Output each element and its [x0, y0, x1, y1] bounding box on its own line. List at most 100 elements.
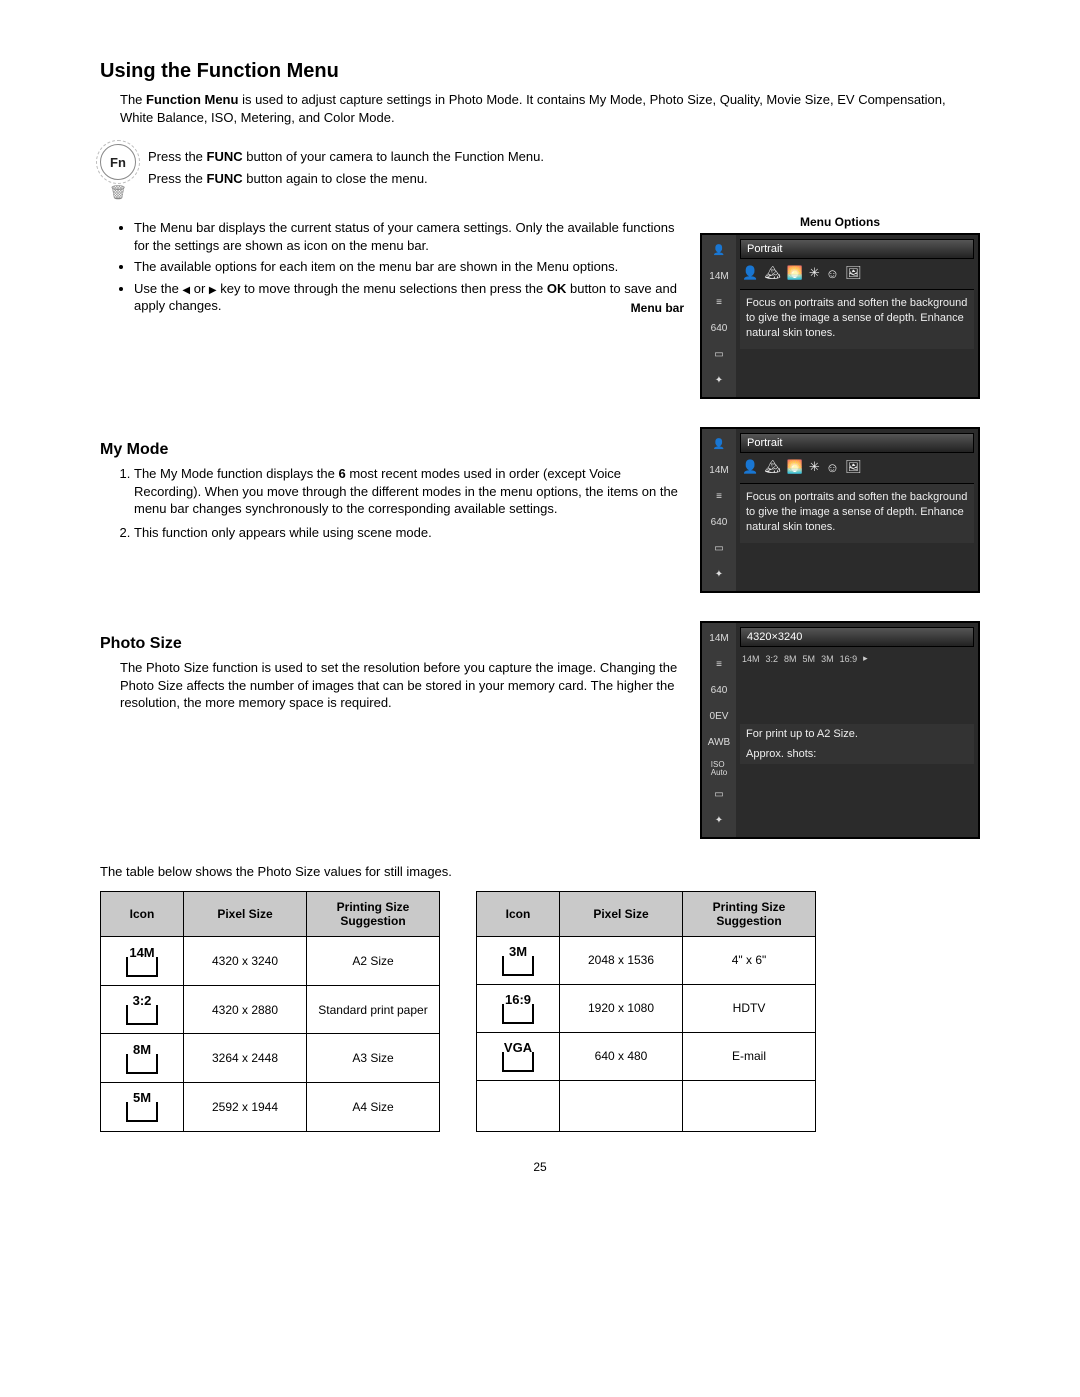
th-pixel: Pixel Size [560, 891, 683, 936]
page-title: Using the Function Menu [100, 60, 980, 83]
lcd-options: 14M 3:2 8M 5M 3M 16:9 ▸ [736, 650, 978, 672]
text-bold: FUNC [207, 171, 243, 186]
icon-label: VGA [504, 1041, 532, 1054]
icon-label: 3:2 [133, 994, 152, 1007]
movie-icon: 640 [708, 513, 730, 533]
text: button of your camera to launch the Func… [243, 149, 544, 164]
opt: 5M [803, 654, 816, 664]
text: The [120, 92, 146, 107]
bracket-icon [502, 960, 534, 976]
text: key to move through the menu selections … [217, 281, 547, 296]
page-number: 25 [100, 1160, 980, 1174]
cell: 4320 x 2880 [184, 985, 307, 1034]
quality-icon: ≡ [708, 293, 730, 313]
table-row: 16:9 1920 x 1080 HDTV [477, 984, 816, 1032]
table-row: 14M 4320 x 3240 A2 Size [101, 937, 440, 986]
table-row: 5M 2592 x 1944 A4 Size [101, 1082, 440, 1131]
list-item: This function only appears while using s… [134, 524, 682, 542]
movie-icon: 640 [708, 319, 730, 339]
lcd-title: Portrait [740, 239, 974, 259]
opt: 3:2 [766, 654, 779, 664]
cell: 640 x 480 [560, 1032, 683, 1080]
color-icon: ✦ [708, 371, 730, 391]
th-print: Printing Size Suggestion [683, 891, 816, 936]
portrait-icon: 👤 [742, 459, 758, 475]
cell: HDTV [683, 984, 816, 1032]
bracket-icon [126, 961, 158, 977]
list-item: The My Mode function displays the 6 most… [134, 465, 682, 518]
metering-icon: ▭ [708, 345, 730, 365]
cell: A3 Size [307, 1034, 440, 1083]
camera-lcd-mock: 👤 14M ≡ 640 ▭ ✦ Portrait 👤 🏔 🌅 ✳ ☺ 🖼 Foc… [700, 427, 980, 593]
lcd-description: For print up to A2 Size. [740, 724, 974, 744]
cell: A2 Size [307, 937, 440, 986]
fn-button-icon: Fn [100, 144, 136, 180]
text: Use the [134, 281, 182, 296]
text-bold: Function Menu [146, 92, 238, 107]
lcd-sidebar: 14M ≡ 640 0EV AWB ISOAuto ▭ ✦ [702, 623, 736, 837]
camera-lcd-mock: 👤 14M ≡ 640 ▭ ✦ Portrait 👤 🏔 🌅 ✳ ☺ 🖼 Foc… [700, 233, 980, 399]
icon-label: 5M [133, 1091, 151, 1104]
bracket-icon [502, 1008, 534, 1024]
text-bold: FUNC [207, 149, 243, 164]
list-item: The available options for each item on t… [134, 258, 682, 276]
menu-bar-label: Menu bar [631, 301, 684, 315]
th-icon: Icon [477, 891, 560, 936]
fireworks-icon: ✳ [809, 459, 820, 475]
cell: 1920 x 1080 [560, 984, 683, 1032]
icon-label: 16:9 [505, 993, 531, 1006]
icon-label: 14M [129, 946, 154, 959]
lcd-options: 👤 🏔 🌅 ✳ ☺ 🖼 [736, 262, 978, 289]
movie-icon: 640 [708, 681, 730, 701]
icon-label: 3M [509, 945, 527, 958]
table-intro: The table below shows the Photo Size val… [100, 863, 980, 881]
smile-icon: ☺ [826, 460, 839, 475]
color-icon: ✦ [708, 565, 730, 585]
cell: 2592 x 1944 [184, 1082, 307, 1131]
th-pixel: Pixel Size [184, 891, 307, 937]
opt: 3M [821, 654, 834, 664]
sunset-icon: 🌅 [787, 265, 803, 281]
cell: 2048 x 1536 [560, 936, 683, 984]
opt: 16:9 [840, 654, 858, 664]
lcd-description: Focus on portraits and soften the backgr… [740, 483, 974, 543]
awb-icon: AWB [708, 733, 730, 753]
cell [477, 1080, 560, 1131]
smile-icon: ☺ [826, 266, 839, 281]
trash-icon: 🗑 [109, 184, 127, 201]
table-row: 3M 2048 x 1536 4" x 6" [477, 936, 816, 984]
person-icon: 👤 [708, 241, 730, 261]
right-arrow-icon: ▶ [209, 285, 217, 296]
icon-label: 8M [133, 1043, 151, 1056]
text: Press the [148, 149, 207, 164]
quality-icon: ≡ [708, 487, 730, 507]
list-item: Use the ◀ or ▶ key to move through the m… [134, 280, 682, 315]
cell [683, 1080, 816, 1131]
opt: 14M [742, 654, 760, 664]
text: is used to adjust capture settings in Ph… [120, 92, 946, 125]
text: button again to close the menu. [243, 171, 428, 186]
photo-size-table-left: Icon Pixel Size Printing Size Suggestion… [100, 891, 440, 1132]
left-arrow-icon: ◀ [182, 285, 190, 296]
text-bold: OK [547, 281, 567, 296]
bracket-icon [126, 1106, 158, 1122]
color-icon: ✦ [708, 811, 730, 831]
cell: 3264 x 2448 [184, 1034, 307, 1083]
size-icon: 14M [708, 629, 730, 649]
landscape-icon: 🏔 [764, 265, 781, 281]
cell [560, 1080, 683, 1131]
menu-options-label: Menu Options [700, 215, 980, 229]
bullet-list: The Menu bar displays the current status… [134, 219, 682, 315]
cell: E-mail [683, 1032, 816, 1080]
quality-icon: ≡ [708, 655, 730, 675]
iso-icon: ISOAuto [708, 759, 730, 779]
size-icon: 14M [708, 267, 730, 287]
lcd-sidebar: 👤 14M ≡ 640 ▭ ✦ [702, 235, 736, 397]
cell: 4" x 6" [683, 936, 816, 984]
table-row: 3:2 4320 x 2880 Standard print paper [101, 985, 440, 1034]
size-icon: 14M [708, 461, 730, 481]
table-row: 8M 3264 x 2448 A3 Size [101, 1034, 440, 1083]
lcd-description-2: Approx. shots: [740, 744, 974, 764]
landscape-icon: 🏔 [764, 459, 781, 475]
photo-size-paragraph: The Photo Size function is used to set t… [120, 659, 682, 712]
